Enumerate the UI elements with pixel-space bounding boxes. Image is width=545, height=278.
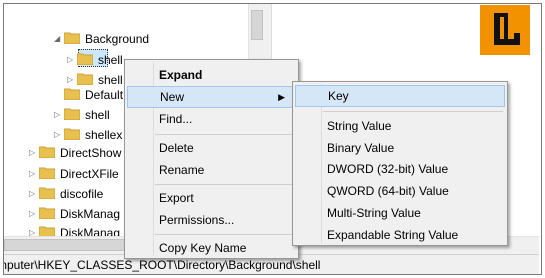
menu-item-expand[interactable]: Expand bbox=[127, 64, 296, 86]
tree-item-label: Background bbox=[85, 31, 150, 46]
tree-item-label: shell bbox=[85, 107, 110, 122]
submenu-item-qword-value[interactable]: QWORD (64-bit) Value bbox=[295, 180, 505, 202]
collapsed-arrow-icon[interactable]: ▷ bbox=[29, 143, 39, 163]
collapsed-arrow-icon[interactable]: ▷ bbox=[54, 105, 64, 125]
menu-separator bbox=[155, 184, 294, 185]
submenu-arrow-icon: ▶ bbox=[278, 92, 285, 102]
menu-item-find[interactable]: Find... bbox=[127, 108, 296, 130]
tree-item-defaulticon[interactable]: DefaultI bbox=[54, 84, 126, 104]
tree-item-background[interactable]: ◢ Background bbox=[54, 28, 149, 48]
submenu-item-binary-value[interactable]: Binary Value bbox=[295, 137, 505, 159]
expanded-arrow-icon[interactable]: ◢ bbox=[54, 29, 64, 49]
folder-icon bbox=[39, 226, 55, 236]
menu-item-permissions[interactable]: Permissions... bbox=[127, 209, 296, 231]
tree-item-diskmanagement[interactable]: ▷ DiskManag bbox=[29, 203, 120, 223]
folder-icon bbox=[39, 167, 55, 180]
menu-item-rename[interactable]: Rename bbox=[127, 159, 296, 181]
folder-icon bbox=[39, 187, 55, 200]
tree-item-directshow[interactable]: ▷ DirectShow bbox=[29, 142, 121, 162]
menu-item-delete[interactable]: Delete bbox=[127, 137, 296, 159]
tree-item-label: shellex bbox=[85, 127, 123, 142]
menu-item-new[interactable]: New ▶ bbox=[127, 86, 296, 108]
tree-item-label: DirectShow bbox=[60, 145, 122, 160]
submenu-item-multi-string-value[interactable]: Multi-String Value bbox=[295, 202, 505, 224]
folder-icon bbox=[39, 146, 55, 159]
menu-separator bbox=[155, 234, 294, 235]
folder-icon bbox=[64, 108, 80, 121]
submenu-item-expandable-string-value[interactable]: Expandable String Value bbox=[295, 224, 505, 246]
submenu-item-string-value[interactable]: String Value bbox=[295, 115, 505, 137]
collapsed-arrow-icon[interactable]: ▷ bbox=[29, 164, 39, 184]
tree-item-shell-selected[interactable]: ▷ shell bbox=[67, 49, 123, 69]
tree-item-label: DiskManag bbox=[60, 225, 121, 236]
status-path: mputer\HKEY_CLASSES_ROOT\Directory\Backg… bbox=[4, 258, 321, 272]
scrollbar-thumb[interactable] bbox=[251, 10, 263, 40]
collapsed-arrow-icon[interactable]: ▷ bbox=[29, 204, 39, 224]
submenu-item-key[interactable]: Key bbox=[295, 85, 505, 107]
menu-item-copy-key-name[interactable]: Copy Key Name bbox=[127, 237, 296, 259]
folder-icon bbox=[64, 88, 80, 101]
menu-item-export[interactable]: Export bbox=[127, 187, 296, 209]
tree-item-label: DiskManag bbox=[60, 206, 121, 221]
tree-item-shell[interactable]: ▷ shell bbox=[54, 104, 110, 124]
folder-icon bbox=[77, 53, 93, 66]
submenu-item-dword-value[interactable]: DWORD (32-bit) Value bbox=[295, 158, 505, 180]
tree-item-directxfile[interactable]: ▷ DirectXFile bbox=[29, 163, 119, 183]
tree-item-label: discofile bbox=[60, 186, 104, 201]
folder-icon bbox=[39, 207, 55, 220]
tree-item-label: DirectXFile bbox=[60, 166, 119, 181]
menu-separator bbox=[155, 134, 294, 135]
tree-item-diskmanagement-2[interactable]: ▷ DiskManag bbox=[29, 222, 120, 236]
folder-icon bbox=[64, 32, 80, 45]
tree-item-label: DefaultI bbox=[85, 87, 127, 102]
menu-separator bbox=[323, 111, 503, 112]
menu-item-label: New bbox=[160, 90, 185, 104]
collapsed-arrow-icon[interactable]: ▷ bbox=[29, 184, 39, 204]
collapsed-arrow-icon[interactable]: ▷ bbox=[29, 223, 39, 236]
context-menu: Expand New ▶ Find... Delete Rename Export… bbox=[124, 59, 299, 259]
collapsed-arrow-icon[interactable]: ▷ bbox=[67, 50, 77, 70]
folder-icon bbox=[64, 128, 80, 141]
tree-item-shellex[interactable]: ▷ shellex bbox=[54, 124, 122, 144]
new-submenu: Key String Value Binary Value DWORD (32-… bbox=[292, 81, 508, 246]
brand-logo-icon bbox=[480, 5, 530, 55]
tree-item-discofile[interactable]: ▷ discofile bbox=[29, 183, 103, 203]
tree-item-label: shell bbox=[98, 52, 123, 67]
